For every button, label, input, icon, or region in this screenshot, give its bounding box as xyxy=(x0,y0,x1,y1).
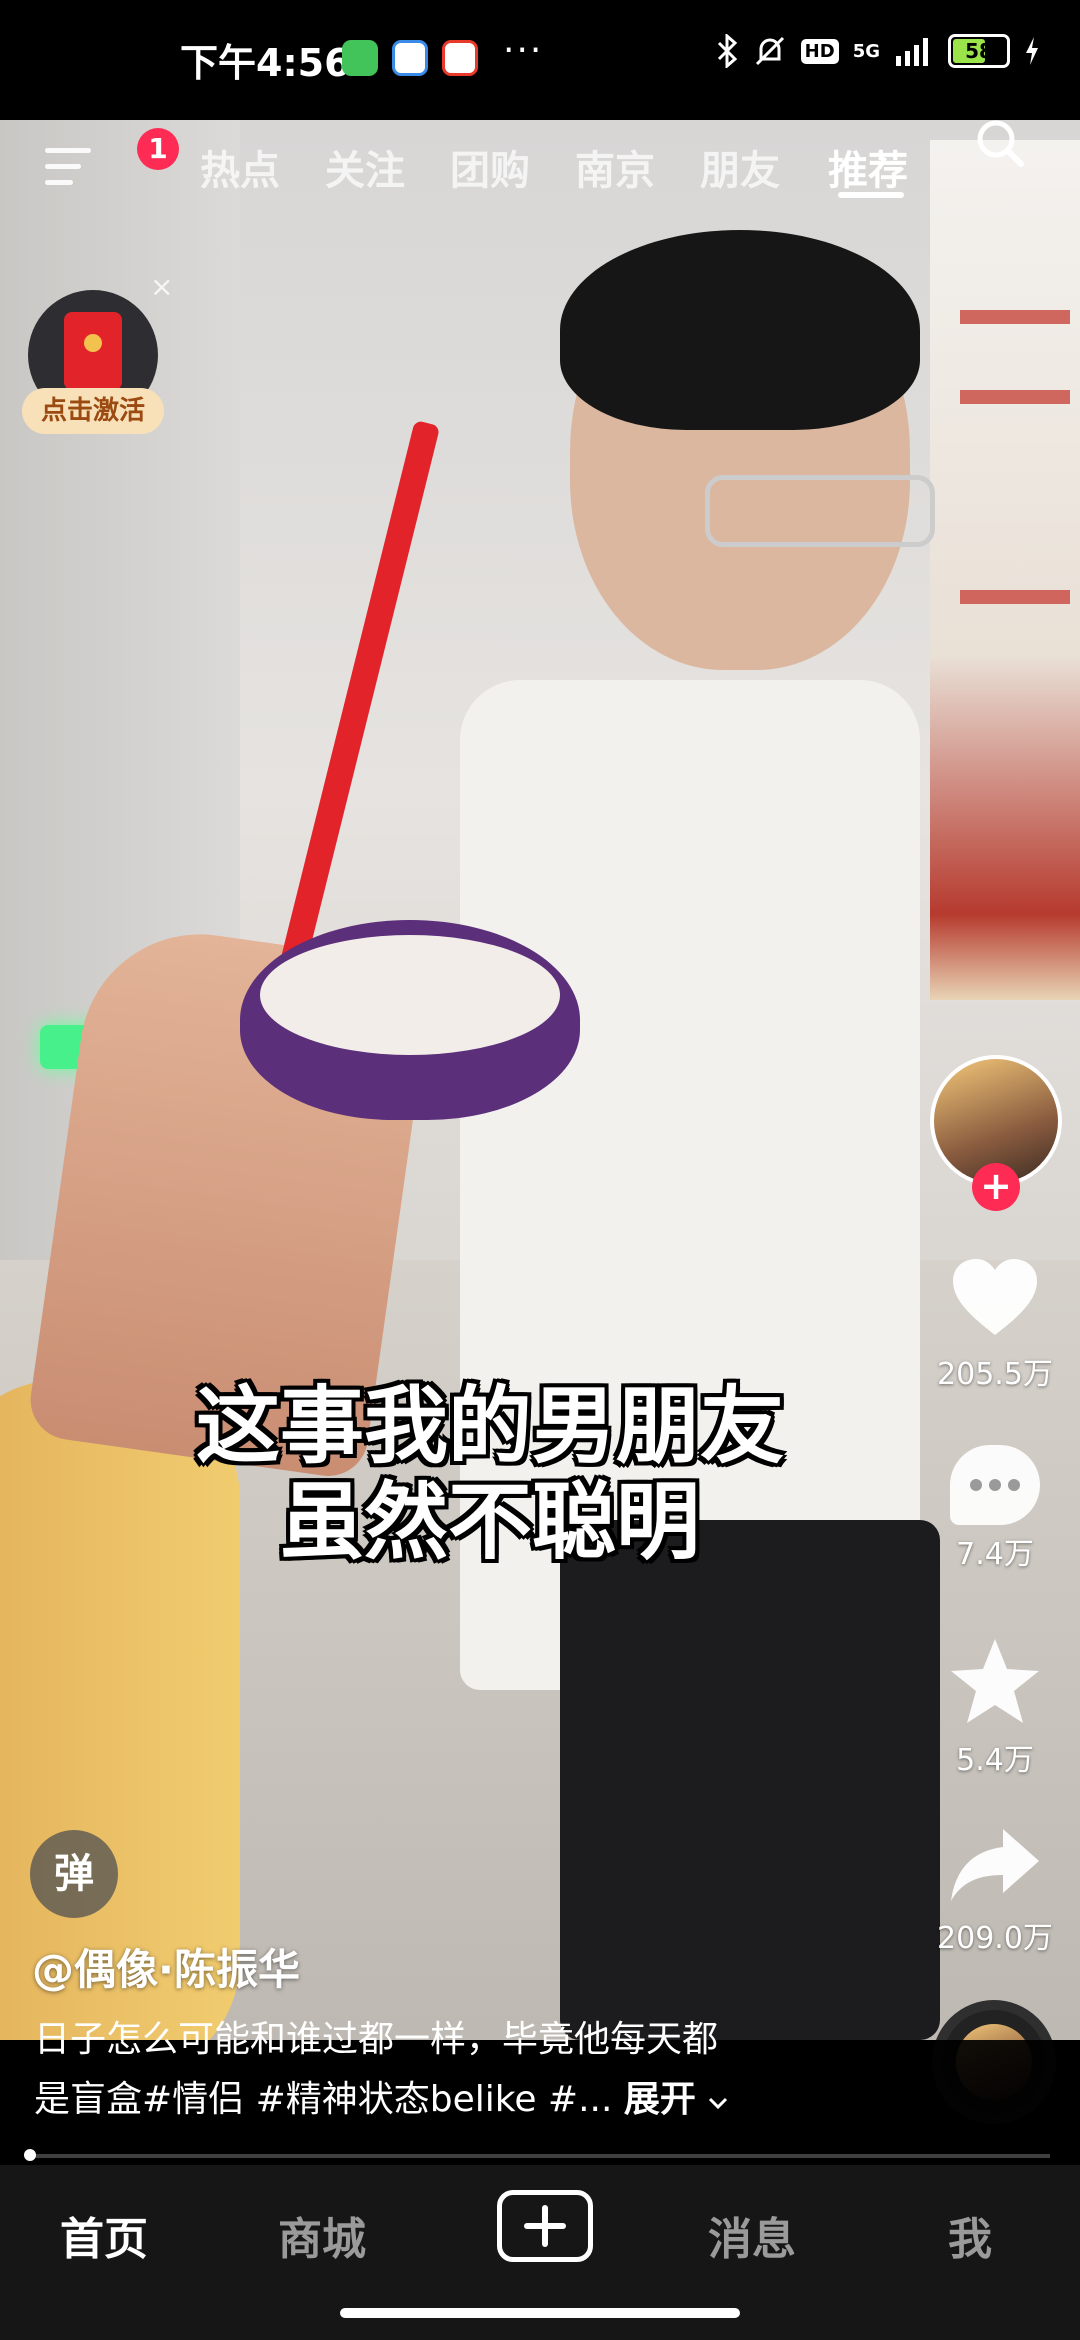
58-app-icon xyxy=(442,40,478,76)
red-packet-label: 点击激活 xyxy=(22,388,164,434)
share-arrow-icon xyxy=(951,1829,1039,1901)
tab-friends[interactable]: 朋友 xyxy=(700,138,780,196)
cloud-app-icon xyxy=(392,40,428,76)
danmaku-toggle[interactable]: 弹 xyxy=(30,1830,118,1918)
battery-icon: 58 xyxy=(948,34,1010,68)
comment-button[interactable]: 7.4万 xyxy=(925,1445,1065,1573)
share-button[interactable]: 209.0万 xyxy=(925,1825,1065,1957)
nav-home[interactable]: 首页 xyxy=(60,2203,148,2267)
favorite-count: 5.4万 xyxy=(956,1743,1034,1778)
share-count: 209.0万 xyxy=(937,1921,1053,1956)
like-button[interactable]: 205.5万 xyxy=(925,1255,1065,1393)
tab-group-buy[interactable]: 团购 xyxy=(450,138,530,196)
ice-cream xyxy=(260,935,560,1055)
menu-badge: 1 xyxy=(137,128,179,170)
poster-stripe xyxy=(960,310,1070,324)
bluetooth-icon xyxy=(717,34,737,68)
poster-stripe xyxy=(960,390,1070,404)
nav-mall[interactable]: 商城 xyxy=(278,2203,366,2267)
tab-hot[interactable]: 热点 xyxy=(200,138,280,196)
chevron-down-icon xyxy=(709,2097,728,2110)
wall-poster xyxy=(930,140,1080,1000)
status-time: 下午4:56 xyxy=(180,41,351,85)
wechat-icon xyxy=(342,40,378,76)
subtitle-line-1: 这事我的男朋友 xyxy=(195,1377,784,1475)
hd-badge: HD xyxy=(800,38,839,64)
video-caption[interactable]: 日子怎么可能和谁过都一样，毕竟他每天都 是盲盒#情侣 #精神状态belike #… xyxy=(34,2010,894,2130)
red-packet-widget[interactable]: 点击激活 xyxy=(22,290,164,440)
battery-level: 58 xyxy=(965,39,993,63)
status-bar: 下午4:56 ··· HD 5G 58 xyxy=(0,0,1080,120)
signal-icon xyxy=(896,38,928,66)
poster-stripe xyxy=(960,590,1070,604)
video-progress-bar[interactable] xyxy=(30,2154,1050,2158)
caption-line-2-text: 是盲盒#情侣 #精神状态belike #... xyxy=(34,2079,613,2120)
charging-icon xyxy=(1026,37,1038,65)
person-hair xyxy=(560,230,920,430)
home-indicator[interactable] xyxy=(340,2308,740,2318)
follow-plus-icon[interactable]: + xyxy=(972,1163,1020,1211)
progress-knob[interactable] xyxy=(24,2149,36,2161)
caption-line-2: 是盲盒#情侣 #精神状态belike #... 展开 xyxy=(34,2070,894,2130)
subtitle-line-2: 虽然不聪明 xyxy=(279,1473,700,1571)
star-icon xyxy=(951,1639,1039,1723)
create-post-button[interactable] xyxy=(497,2190,593,2262)
red-packet-close-icon[interactable]: × xyxy=(150,270,173,303)
person-glasses xyxy=(705,475,935,547)
red-envelope-icon xyxy=(64,312,122,390)
favorite-button[interactable]: 5.4万 xyxy=(925,1635,1065,1779)
more-notifications-icon: ··· xyxy=(503,30,544,71)
search-icon[interactable] xyxy=(975,118,1025,168)
person-pants xyxy=(560,1520,940,2040)
tab-following[interactable]: 关注 xyxy=(325,138,405,196)
heart-icon xyxy=(953,1259,1037,1335)
caption-line-1: 日子怎么可能和谁过都一样，毕竟他每天都 xyxy=(34,2019,719,2060)
video-subtitle: 这事我的男朋友 虽然不聪明 xyxy=(100,1378,880,1570)
mute-bell-icon xyxy=(755,36,784,66)
like-count: 205.5万 xyxy=(937,1357,1053,1392)
expand-link[interactable]: 展开 xyxy=(624,2079,696,2120)
tab-nanjing[interactable]: 南京 xyxy=(575,138,655,196)
nav-me[interactable]: 我 xyxy=(948,2203,992,2267)
status-icons: HD 5G 58 xyxy=(717,34,1040,68)
comment-count: 7.4万 xyxy=(956,1537,1034,1572)
author-name[interactable]: @偶像·陈振华 xyxy=(32,1936,300,1997)
comment-icon xyxy=(950,1445,1040,1525)
top-tabs: 1 热点 关注 团购 南京 朋友 推荐 xyxy=(0,120,1080,220)
tab-recommend[interactable]: 推荐 xyxy=(828,138,908,196)
nav-messages[interactable]: 消息 xyxy=(708,2203,796,2267)
active-tab-indicator xyxy=(838,192,904,198)
network-label: 5G xyxy=(852,40,880,62)
menu-icon[interactable]: 1 xyxy=(45,128,179,188)
author-avatar[interactable]: + xyxy=(930,1055,1062,1211)
